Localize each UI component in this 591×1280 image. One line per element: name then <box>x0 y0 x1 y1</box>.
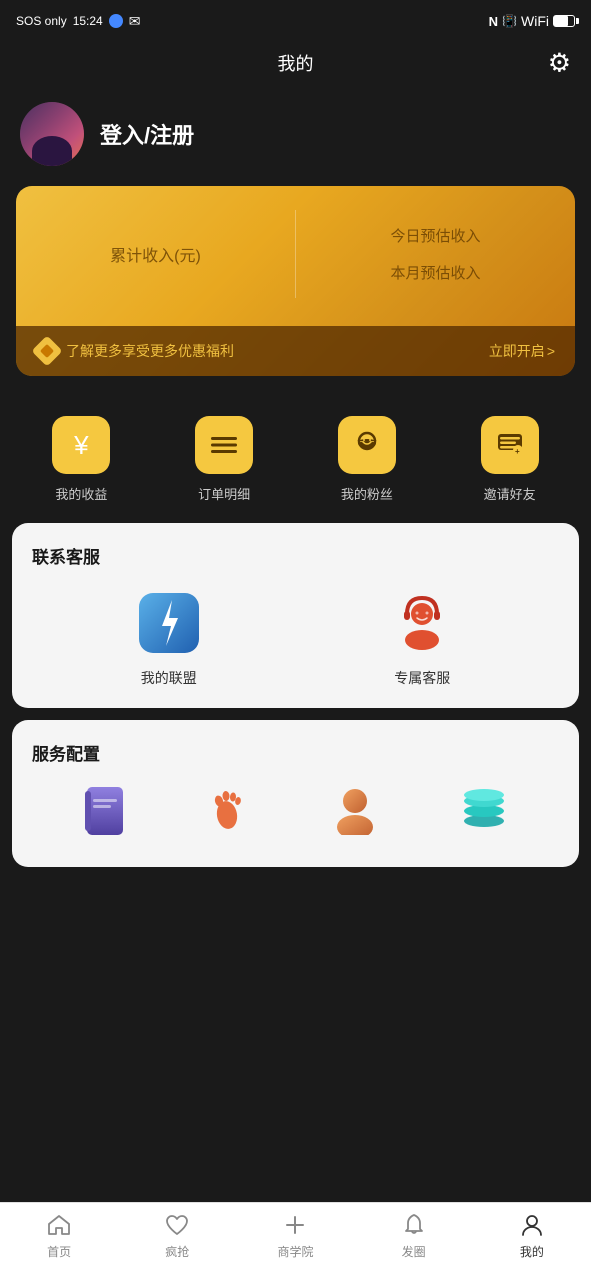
quick-access-grid: ¥ 我的收益 订单明细 <box>0 392 591 523</box>
alliance-icon-wrap <box>134 588 204 658</box>
alliance-label: 我的联盟 <box>141 668 197 688</box>
person-nav-icon <box>518 1211 546 1239</box>
battery-icon <box>553 15 575 27</box>
person-item[interactable] <box>332 785 378 837</box>
customer-service-item[interactable]: 专属客服 <box>372 588 472 688</box>
customer-label: 专属客服 <box>394 668 450 688</box>
heart-icon <box>163 1211 191 1239</box>
my-fans-item[interactable]: 我的粉丝 <box>327 416 407 503</box>
status-left: SOS only 15:24 ✉ <box>16 13 140 30</box>
customer-icon-wrap <box>387 588 457 658</box>
flash-sale-label: 疯抢 <box>165 1243 189 1260</box>
avatar[interactable] <box>20 102 84 166</box>
mine-label: 我的 <box>520 1243 544 1260</box>
bell-icon <box>400 1211 428 1239</box>
diamond-icon <box>31 335 62 366</box>
plus-icon <box>281 1211 309 1239</box>
cumulative-income: 累计收入(元) <box>36 210 296 298</box>
nav-circle[interactable]: 发圈 <box>374 1211 454 1260</box>
page-title: 我的 <box>278 50 314 76</box>
promo-left: 了解更多享受更多优惠福利 <box>36 340 234 362</box>
cumulative-label: 累计收入(元) <box>110 242 201 266</box>
month-income-label: 本月预估收入 <box>390 262 480 283</box>
nav-flash-sale[interactable]: 疯抢 <box>137 1211 217 1260</box>
stack-item[interactable] <box>460 785 508 837</box>
invite-friends-item[interactable]: + 邀请好友 <box>470 416 550 503</box>
income-promo-footer[interactable]: 了解更多享受更多优惠福利 立即开启 > <box>16 326 575 376</box>
time-text: 15:24 <box>73 14 103 28</box>
academy-label: 商学院 <box>277 1243 313 1260</box>
promo-btn-arrow: > <box>547 343 555 359</box>
promo-button[interactable]: 立即开启 > <box>489 341 555 361</box>
service-config-title: 服务配置 <box>32 740 559 765</box>
service-icons-row <box>32 785 559 847</box>
invite-icon: + <box>481 416 539 474</box>
income-right: 今日预估收入 本月预估收入 <box>296 210 555 298</box>
wifi-icon: WiFi <box>521 13 549 29</box>
login-label[interactable]: 登入/注册 <box>100 118 194 150</box>
user-section[interactable]: 登入/注册 <box>0 86 591 186</box>
nfc-icon: N <box>489 14 498 29</box>
order-details-item[interactable]: 订单明细 <box>184 416 264 503</box>
sos-text: SOS only <box>16 14 67 28</box>
circle-dot-icon <box>109 14 123 28</box>
earnings-label: 我的收益 <box>55 484 107 503</box>
fans-icon <box>338 416 396 474</box>
bottom-nav: 首页 疯抢 商学院 发圈 <box>0 1202 591 1280</box>
earnings-icon: ¥ <box>52 416 110 474</box>
service-config-section: 服务配置 <box>12 720 579 867</box>
notebook-item[interactable] <box>83 785 127 837</box>
contact-title: 联系客服 <box>32 543 559 568</box>
settings-button[interactable] <box>548 48 571 79</box>
page-header: 我的 <box>0 40 591 86</box>
status-bar: SOS only 15:24 ✉ N 📳 WiFi <box>0 0 591 40</box>
today-income-label: 今日预估收入 <box>390 225 480 246</box>
order-icon <box>195 416 253 474</box>
status-right: N 📳 WiFi <box>489 13 575 29</box>
promo-text: 了解更多享受更多优惠福利 <box>66 341 234 361</box>
mail-icon: ✉ <box>129 13 141 30</box>
invite-label: 邀请好友 <box>484 484 536 503</box>
fans-label: 我的粉丝 <box>341 484 393 503</box>
nav-mine[interactable]: 我的 <box>492 1211 572 1260</box>
alliance-item[interactable]: 我的联盟 <box>119 588 219 688</box>
home-icon <box>45 1211 73 1239</box>
income-card-body: 累计收入(元) 今日预估收入 本月预估收入 <box>16 186 575 326</box>
circle-label: 发圈 <box>402 1243 426 1260</box>
order-label: 订单明细 <box>198 484 250 503</box>
svg-text:+: + <box>515 447 520 456</box>
home-label: 首页 <box>47 1243 71 1260</box>
my-earnings-item[interactable]: ¥ 我的收益 <box>41 416 121 503</box>
contact-section: 联系客服 <box>12 523 579 708</box>
footprint-item[interactable] <box>209 785 249 837</box>
nav-home[interactable]: 首页 <box>19 1211 99 1260</box>
income-card: 累计收入(元) 今日预估收入 本月预估收入 了解更多享受更多优惠福利 立即开启 … <box>16 186 575 376</box>
promo-btn-label: 立即开启 <box>489 341 545 361</box>
nav-academy[interactable]: 商学院 <box>255 1211 335 1260</box>
contact-grid: 我的联盟 <box>32 588 559 688</box>
vibrate-icon: 📳 <box>502 14 517 28</box>
